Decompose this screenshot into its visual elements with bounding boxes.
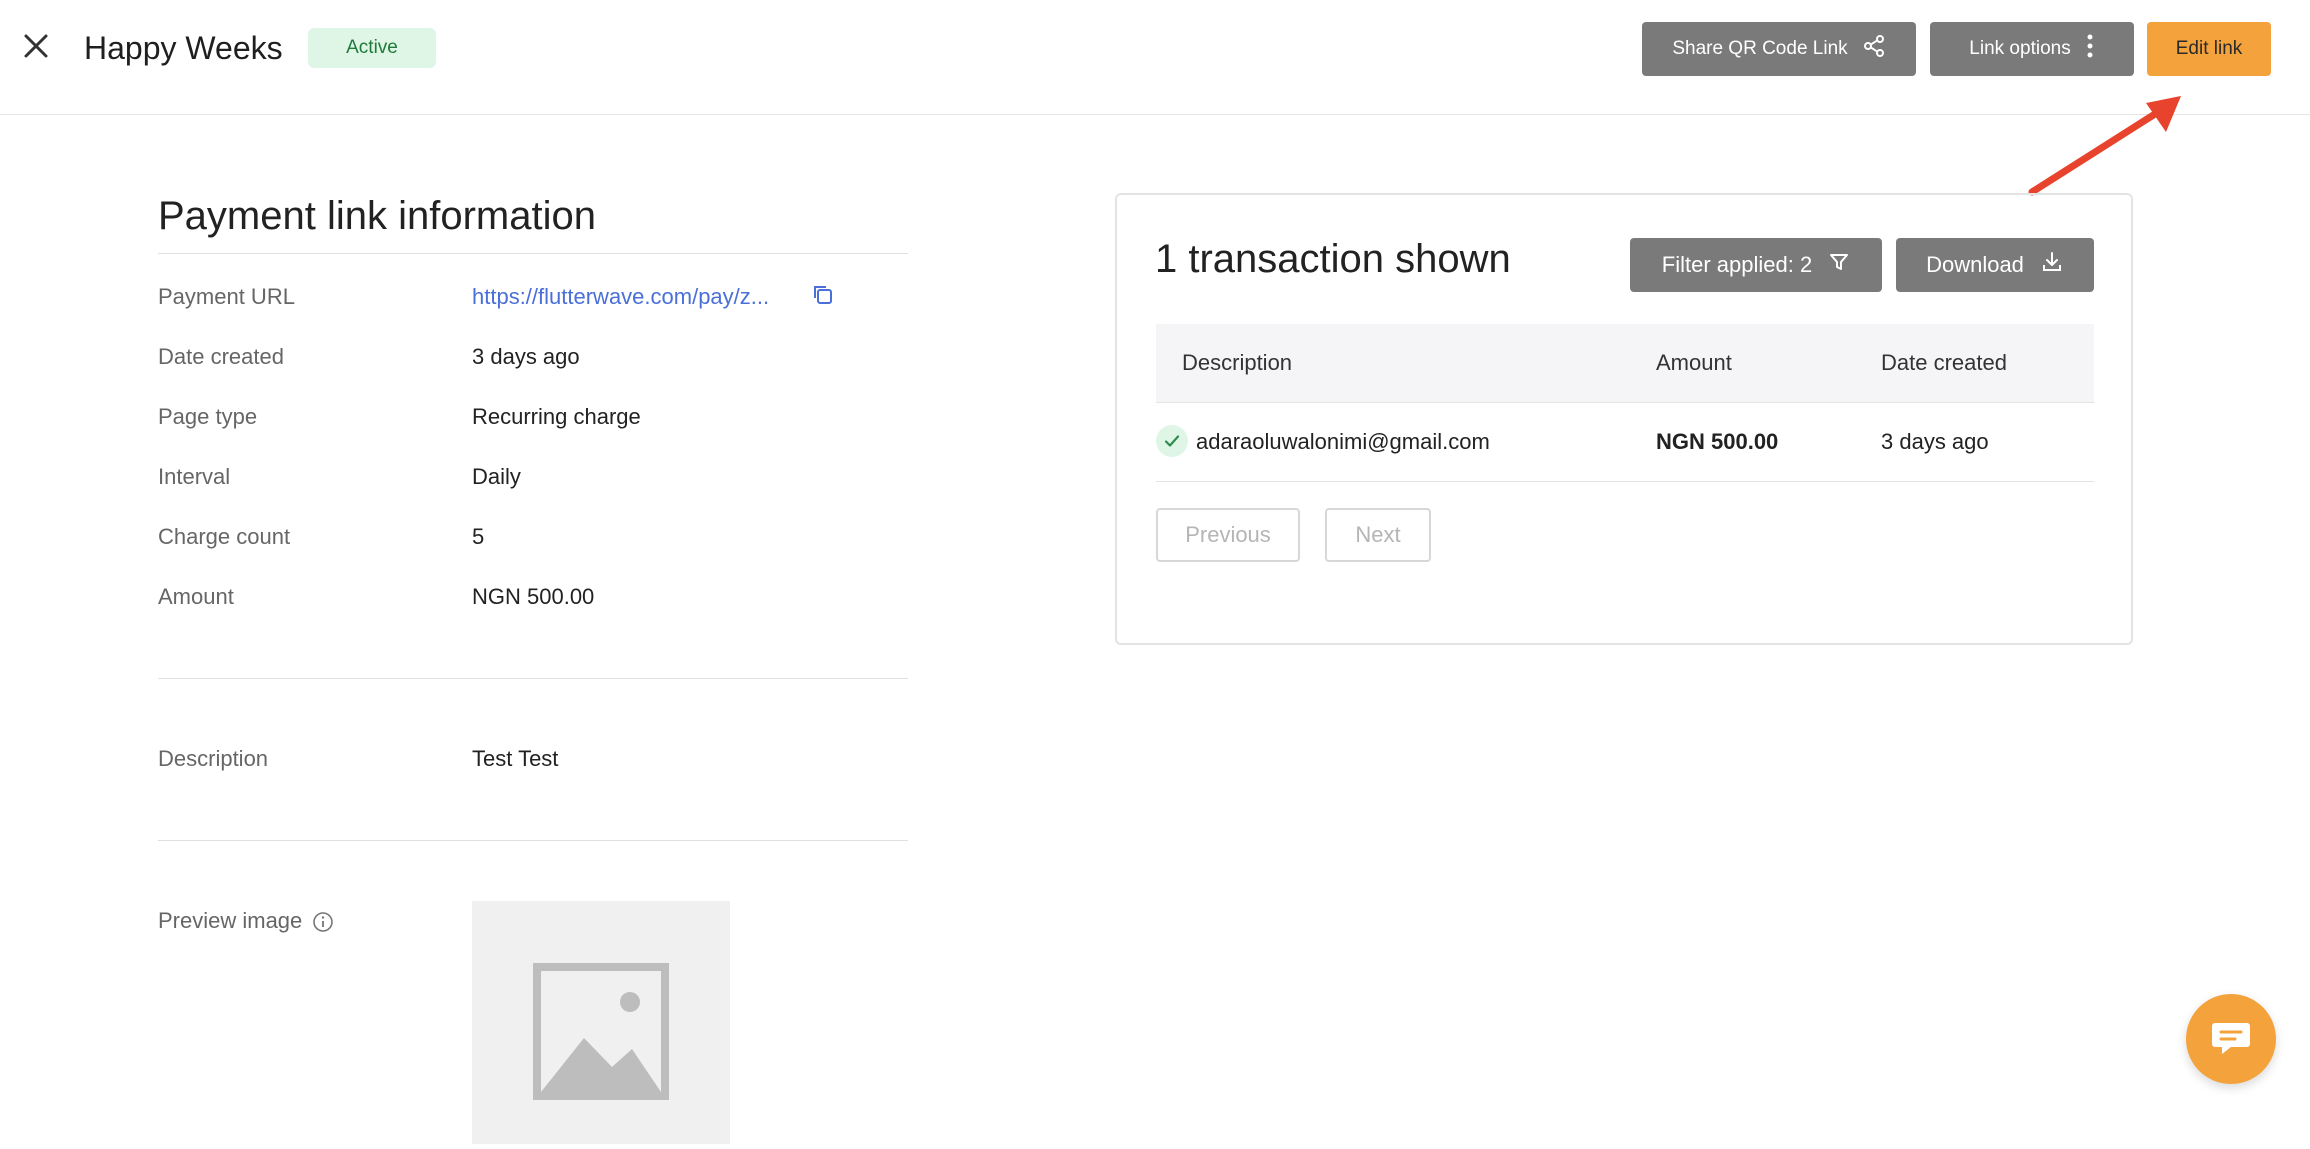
info-row-charge-count: Charge count 5 bbox=[158, 524, 918, 564]
link-options-button[interactable]: Link options bbox=[1930, 22, 2134, 76]
filter-icon bbox=[1828, 251, 1850, 279]
info-value: Daily bbox=[472, 464, 521, 489]
download-button[interactable]: Download bbox=[1896, 238, 2094, 292]
info-row-amount: Amount NGN 500.00 bbox=[158, 584, 918, 624]
info-value: NGN 500.00 bbox=[472, 584, 595, 609]
info-label: Page type bbox=[158, 404, 258, 429]
transaction-description: adaraoluwalonimi@gmail.com bbox=[1196, 429, 1490, 454]
divider bbox=[158, 678, 908, 679]
divider bbox=[158, 253, 908, 254]
share-qr-code-link-button[interactable]: Share QR Code Link bbox=[1642, 22, 1916, 76]
info-label: Charge count bbox=[158, 524, 291, 549]
image-placeholder-icon bbox=[472, 963, 730, 1148]
info-label: Amount bbox=[158, 584, 234, 609]
filter-button[interactable]: Filter applied: 2 bbox=[1630, 238, 1882, 292]
more-vertical-icon bbox=[2085, 33, 2095, 65]
download-label: Download bbox=[1926, 252, 2024, 277]
transactions-title: 1 transaction shown bbox=[1155, 237, 1511, 281]
info-label: Interval bbox=[158, 464, 231, 489]
preview-image-label: Preview image bbox=[158, 908, 303, 933]
edit-link-button[interactable]: Edit link bbox=[2147, 22, 2271, 76]
chat-icon bbox=[2209, 1015, 2253, 1064]
payment-url-link[interactable]: https://flutterwave.com/pay/z... bbox=[472, 284, 769, 310]
column-header-amount: Amount bbox=[1656, 350, 1732, 375]
share-icon bbox=[1862, 34, 1886, 64]
previous-button[interactable]: Previous bbox=[1156, 508, 1300, 562]
payment-link-info-title: Payment link information bbox=[158, 194, 596, 238]
share-qr-code-link-label: Share QR Code Link bbox=[1672, 38, 1848, 59]
divider bbox=[158, 840, 908, 841]
download-icon bbox=[2040, 250, 2064, 280]
transactions-card: 1 transaction shown Filter applied: 2 Do… bbox=[1115, 193, 2133, 645]
info-label: Preview image bbox=[158, 908, 334, 934]
next-button[interactable]: Next bbox=[1325, 508, 1431, 562]
info-label: Date created bbox=[158, 344, 284, 369]
copy-icon[interactable] bbox=[810, 282, 836, 308]
transaction-date: 3 days ago bbox=[1881, 429, 1989, 454]
close-icon[interactable] bbox=[20, 30, 52, 62]
info-value: 3 days ago bbox=[472, 344, 580, 369]
info-label: Description bbox=[158, 746, 269, 771]
info-row-payment-url: Payment URL https://flutterwave.com/pay/… bbox=[158, 284, 918, 324]
preview-image-placeholder bbox=[472, 901, 730, 1144]
info-value: Test Test bbox=[472, 746, 559, 771]
chat-button[interactable] bbox=[2186, 994, 2276, 1084]
info-icon[interactable] bbox=[312, 911, 334, 933]
info-row-interval: Interval Daily bbox=[158, 464, 918, 504]
table-header: Description Amount Date created bbox=[1156, 324, 2094, 403]
info-value: Recurring charge bbox=[472, 404, 641, 429]
info-row-description: Description Test Test bbox=[158, 746, 918, 786]
info-value: 5 bbox=[472, 524, 485, 549]
top-bar: Happy Weeks Active Share QR Code Link Li… bbox=[0, 0, 2310, 115]
transaction-amount: NGN 500.00 bbox=[1656, 429, 1779, 454]
column-header-date-created: Date created bbox=[1881, 350, 2007, 375]
info-label: Payment URL bbox=[158, 284, 295, 309]
info-row-page-type: Page type Recurring charge bbox=[158, 404, 918, 444]
success-check-icon bbox=[1156, 425, 1188, 457]
column-header-description: Description bbox=[1182, 350, 1293, 375]
filter-label: Filter applied: 2 bbox=[1661, 252, 1813, 277]
page-title: Happy Weeks bbox=[84, 30, 283, 66]
link-options-label: Link options bbox=[1969, 38, 2071, 59]
info-row-date-created: Date created 3 days ago bbox=[158, 344, 918, 384]
status-badge: Active bbox=[308, 28, 436, 68]
table-row[interactable]: adaraoluwalonimi@gmail.com NGN 500.00 3 … bbox=[1156, 403, 2094, 482]
